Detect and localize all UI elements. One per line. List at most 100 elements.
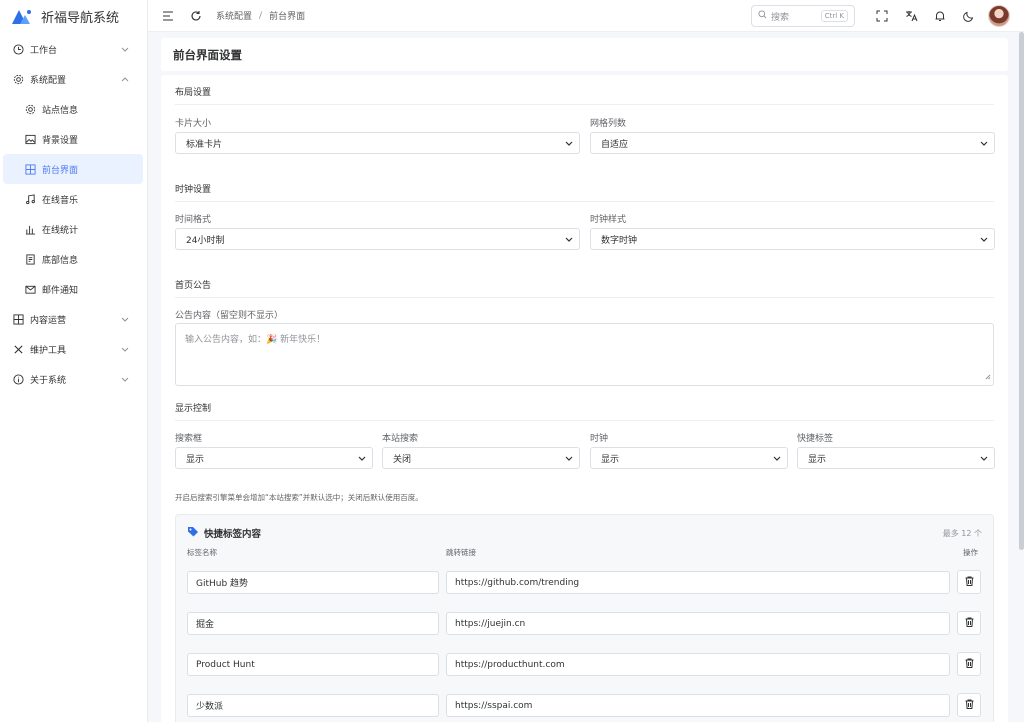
tag-name-input[interactable]: Product Hunt <box>187 653 439 676</box>
quick-tags-max: 最多 12 个 <box>942 529 982 538</box>
chevron-down-icon <box>980 139 988 149</box>
clock-toggle-select[interactable]: 显示 <box>590 447 788 469</box>
resize-handle-icon[interactable] <box>985 373 991 383</box>
sidebar-item-label: 在线音乐 <box>42 195 79 206</box>
quick-tags-select[interactable]: 显示 <box>797 447 995 469</box>
select-value: 24小时制 <box>186 235 225 246</box>
quick-tags-title-text: 快捷标签内容 <box>204 529 262 540</box>
clock-style-select[interactable]: 数字时钟 <box>590 228 995 250</box>
sidebar-item-label: 关于系统 <box>30 375 67 386</box>
avatar[interactable] <box>988 5 1010 27</box>
sidebar-item-stats[interactable]: 在线统计 <box>0 214 147 244</box>
info-icon <box>12 373 24 385</box>
select-value: 显示 <box>808 454 827 465</box>
notice-textarea[interactable]: 输入公告内容，如：🎉 新年快乐！ <box>175 323 994 386</box>
sidebar-item-label: 邮件通知 <box>42 285 79 296</box>
image-icon <box>24 133 36 145</box>
chevron-down-icon <box>565 454 573 464</box>
sidebar-item-site-info[interactable]: 站点信息 <box>0 94 147 124</box>
select-value: 标准卡片 <box>186 139 223 150</box>
translate-icon[interactable] <box>901 6 921 26</box>
tag-link-input[interactable]: https://sspai.com <box>446 694 950 717</box>
select-value: 显示 <box>601 454 620 465</box>
chevron-down-icon <box>121 45 129 55</box>
trash-icon <box>965 617 974 630</box>
tag-name-input[interactable]: GitHub 趋势 <box>187 571 439 594</box>
sidebar-item-music[interactable]: 在线音乐 <box>0 184 147 214</box>
chevron-down-icon <box>773 454 781 464</box>
sidebar-item-label: 在线统计 <box>42 225 79 236</box>
settings-panel: 布局设置 卡片大小 标准卡片 网格列数 自适应 时钟设置 时间格式 24小时制 … <box>161 75 1008 722</box>
dark-mode-icon[interactable] <box>959 6 979 26</box>
section-layout-title: 布局设置 <box>175 85 994 105</box>
clock-style-label: 时钟样式 <box>590 215 627 225</box>
search-input[interactable]: 搜索 Ctrl K <box>751 5 855 27</box>
sidebar-item-label: 内容运营 <box>30 315 67 326</box>
search-shortcut: Ctrl K <box>820 10 848 22</box>
chevron-down-icon <box>121 375 129 385</box>
delete-button[interactable] <box>957 611 981 635</box>
brand[interactable]: 祈福导航系统 <box>0 0 147 32</box>
fullscreen-icon[interactable] <box>872 6 892 26</box>
sidebar-item-label: 工作台 <box>30 45 58 56</box>
bell-icon[interactable] <box>930 6 950 26</box>
delete-button[interactable] <box>957 570 981 594</box>
input-value: https://sspai.com <box>455 700 533 711</box>
sidebar-item-label: 底部信息 <box>42 255 79 266</box>
quick-tags-title: 快捷标签内容 <box>187 526 261 540</box>
section-clock-title: 时钟设置 <box>175 182 994 202</box>
tag-name-input[interactable]: 少数派 <box>187 694 439 717</box>
grid-icon <box>24 163 36 175</box>
brand-title: 祈福导航系统 <box>41 10 120 26</box>
quick-tags-card: 快捷标签内容 最多 12 个 标签名称 跳转链接 操作 GitHub 趋势 ht… <box>175 514 994 722</box>
sidebar-item-background[interactable]: 背景设置 <box>0 124 147 154</box>
refresh-icon[interactable] <box>186 6 206 26</box>
select-value: 数字时钟 <box>601 235 638 246</box>
sidebar-item-content[interactable]: 内容运营 <box>0 304 147 334</box>
sidebar-item-label: 站点信息 <box>42 105 79 116</box>
search-box-label: 搜索框 <box>175 434 203 444</box>
card-size-select[interactable]: 标准卡片 <box>175 132 580 154</box>
table-icon <box>12 313 24 325</box>
top-header: 系统配置 / 前台界面 搜索 Ctrl K <box>148 0 1024 32</box>
menu-fold-icon[interactable] <box>158 6 178 26</box>
tools-icon <box>12 343 24 355</box>
grid-cols-select[interactable]: 自适应 <box>590 132 995 154</box>
settings-icon <box>24 103 36 115</box>
sidebar-item-system-config[interactable]: 系统配置 <box>0 64 147 94</box>
main-content: 前台界面设置 布局设置 卡片大小 标准卡片 网格列数 自适应 时钟设置 时间格式… <box>148 32 1024 722</box>
bar-chart-icon <box>24 223 36 235</box>
sidebar-item-about[interactable]: 关于系统 <box>0 364 147 394</box>
chevron-down-icon <box>565 139 573 149</box>
search-box-select[interactable]: 显示 <box>175 447 373 469</box>
trash-icon <box>965 576 974 589</box>
notice-content-label: 公告内容（留空则不显示） <box>175 311 284 321</box>
tag-link-input[interactable]: https://producthunt.com <box>446 653 950 676</box>
card-size-label: 卡片大小 <box>175 119 212 129</box>
sidebar-item-footer[interactable]: 底部信息 <box>0 244 147 274</box>
sidebar-item-dashboard[interactable]: 工作台 <box>0 34 147 64</box>
sidebar-item-email[interactable]: 邮件通知 <box>0 274 147 304</box>
col-header-link: 跳转链接 <box>446 548 476 557</box>
delete-button[interactable] <box>957 693 981 717</box>
breadcrumb-current: 前台界面 <box>269 12 306 22</box>
time-format-select[interactable]: 24小时制 <box>175 228 580 250</box>
page-scrollbar[interactable] <box>1019 32 1024 550</box>
tag-link-input[interactable]: https://juejin.cn <box>446 612 950 635</box>
trash-icon <box>965 699 974 712</box>
tag-name-input[interactable]: 掘金 <box>187 612 439 635</box>
input-value: https://github.com/trending <box>455 577 580 588</box>
input-value: 少数派 <box>196 702 224 712</box>
breadcrumb-item[interactable]: 系统配置 <box>216 9 252 22</box>
time-format-label: 时间格式 <box>175 215 212 225</box>
breadcrumb: 系统配置 / 前台界面 <box>216 9 306 23</box>
chevron-down-icon <box>121 345 129 355</box>
site-search-select[interactable]: 关闭 <box>382 447 580 469</box>
sidebar: 祈福导航系统 工作台 系统配置 站点信息 背景设置 前台界面 在线音乐 在线统计… <box>0 0 148 722</box>
sidebar-item-maintenance[interactable]: 维护工具 <box>0 334 147 364</box>
delete-button[interactable] <box>957 652 981 676</box>
sidebar-item-label: 背景设置 <box>42 135 79 146</box>
sidebar-item-frontend-ui[interactable]: 前台界面 <box>3 154 143 184</box>
tag-link-input[interactable]: https://github.com/trending <box>446 571 950 594</box>
sidebar-item-label: 系统配置 <box>30 75 67 86</box>
